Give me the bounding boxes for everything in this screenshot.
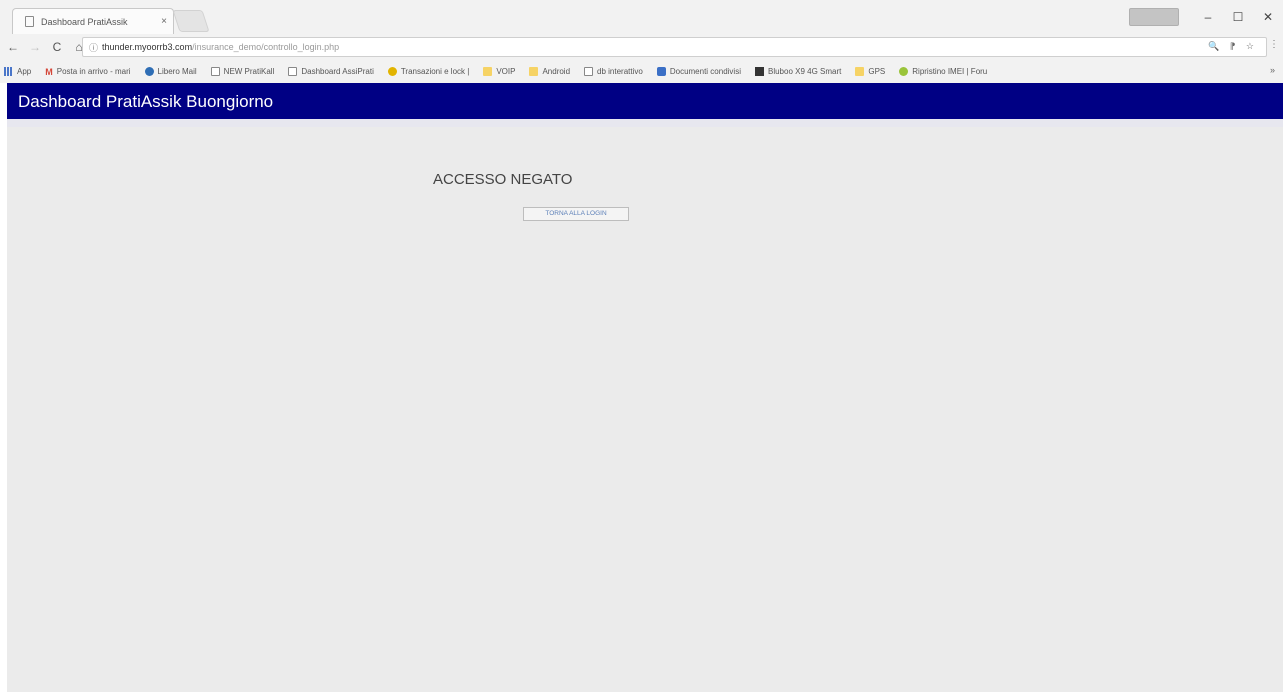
bookmark-item[interactable]: Libero Mail: [144, 67, 197, 76]
window-controls: – ☐ ✕: [1129, 6, 1283, 28]
bookmark-label: Libero Mail: [157, 67, 197, 76]
maximize-icon[interactable]: ☐: [1223, 10, 1253, 24]
bookmark-item[interactable]: Bluboo X9 4G Smart: [754, 67, 842, 76]
access-denied-message: ACCESSO NEGATO: [433, 171, 573, 188]
bookmarks-more-icon[interactable]: »: [1270, 65, 1275, 75]
browser-tab[interactable]: Dashboard PratiAssik ×: [12, 8, 174, 34]
page-icon: [25, 16, 34, 27]
page-icon: [584, 67, 594, 76]
bookmark-label: Dashboard AssiPrati: [301, 67, 374, 76]
gmail-icon: M: [45, 67, 53, 77]
omnibox-action-icons[interactable]: 🔍 ⁋ ☆: [1208, 41, 1258, 52]
bookmark-label: db interattivo: [597, 67, 643, 76]
bookmark-item[interactable]: Android: [529, 67, 570, 76]
profile-button[interactable]: [1129, 8, 1179, 26]
address-bar[interactable]: ⓘ thunder.myoorrb3.com /insurance_demo/c…: [82, 37, 1267, 57]
page-icon: [210, 67, 220, 76]
bookmark-label: Transazioni e lock |: [400, 67, 470, 76]
bookmark-item[interactable]: Dashboard AssiPrati: [288, 67, 374, 76]
new-tab-button[interactable]: [172, 10, 210, 32]
header-divider: [7, 119, 1283, 127]
bookmark-item[interactable]: Ripristino IMEI | Foru: [899, 67, 987, 76]
header-title: Dashboard PratiAssik Buongiorno: [18, 92, 274, 111]
bookmark-label: App: [17, 67, 32, 76]
bookmark-item[interactable]: NEW PratiKall: [210, 67, 275, 76]
bookmarks-bar: App M Posta in arrivo - mari Libero Mail NEW…: [0, 60, 1283, 83]
green-icon: [899, 67, 909, 76]
bookmark-item[interactable]: VOIP: [483, 67, 515, 76]
bookmark-label: Bluboo X9 4G Smart: [767, 67, 842, 76]
browser-toolbar: ← → C ⌂ ⓘ thunder.myoorrb3.com /insuranc…: [0, 34, 1283, 60]
bookmark-label: Posta in arrivo - mari: [56, 67, 131, 76]
back-arrow-icon[interactable]: ←: [4, 40, 22, 54]
back-to-login-button[interactable]: TORNA ALLA LOGIN: [523, 207, 629, 221]
bookmark-item[interactable]: db interattivo: [584, 67, 643, 76]
folder-icon: [529, 67, 539, 76]
site-header: Dashboard PratiAssik Buongiorno: [7, 83, 1283, 119]
bookmark-label: GPS: [868, 67, 886, 76]
bookmark-item[interactable]: M Posta in arrivo - mari: [45, 67, 131, 77]
bookmark-label: VOIP: [496, 67, 516, 76]
url-host: thunder.myoorrb3.com: [102, 42, 193, 52]
bookmark-label: Documenti condivisi: [669, 67, 741, 76]
tab-title: Dashboard PratiAssik: [41, 16, 128, 27]
libero-icon: [144, 67, 154, 76]
bookmark-item[interactable]: Documenti condivisi: [656, 67, 741, 76]
docs-icon: [656, 67, 666, 76]
url-path: /insurance_demo/controllo_login.php: [192, 42, 340, 52]
close-window-icon[interactable]: ✕: [1253, 10, 1283, 24]
tab-strip: Dashboard PratiAssik × – ☐ ✕: [0, 0, 1283, 34]
dark-icon: [754, 67, 764, 76]
forward-arrow-icon[interactable]: →: [26, 40, 44, 54]
bookmark-label: NEW PratiKall: [223, 67, 275, 76]
yellow-icon: [387, 67, 397, 76]
bookmark-label: Android: [542, 67, 571, 76]
apps-icon: [4, 67, 13, 76]
page-icon: [288, 67, 298, 76]
browser-menu-icon[interactable]: ⋮: [1269, 39, 1279, 50]
bookmark-item[interactable]: Transazioni e lock |: [387, 67, 470, 76]
info-icon[interactable]: ⓘ: [89, 41, 98, 54]
browser-chrome: Dashboard PratiAssik × – ☐ ✕ ← → C ⌂ ⓘ t…: [0, 0, 1283, 83]
minimize-icon[interactable]: –: [1193, 10, 1223, 24]
folder-icon: [855, 67, 865, 76]
reload-icon[interactable]: C: [48, 40, 66, 54]
bookmark-item[interactable]: GPS: [855, 67, 885, 76]
page-content: Dashboard PratiAssik Buongiorno ACCESSO …: [7, 83, 1283, 692]
folder-icon: [483, 67, 493, 76]
tab-close-icon[interactable]: ×: [161, 16, 167, 27]
bookmark-item[interactable]: App: [4, 67, 31, 76]
bookmark-label: Ripristino IMEI | Foru: [912, 67, 988, 76]
